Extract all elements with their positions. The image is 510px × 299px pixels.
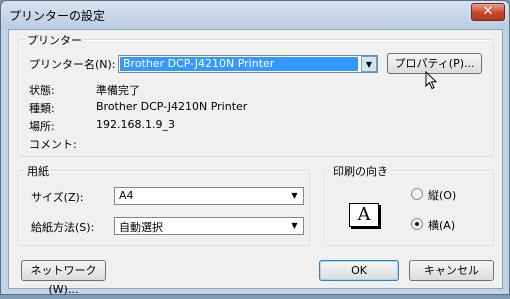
dialog-body: プリンター プリンター名(N): Brother DCP-J4210N Prin… — [8, 29, 503, 296]
orientation-group-legend: 印刷の向き — [331, 163, 390, 179]
chevron-down-icon: ▼ — [361, 56, 377, 72]
comment-label: コメント: — [29, 138, 77, 151]
type-label: 種類: — [29, 102, 55, 115]
portrait-label: 縦(O) — [428, 189, 457, 202]
printer-setup-dialog: プリンターの設定 ✕ プリンター プリンター名(N): Brother DCP-… — [0, 0, 510, 296]
status-value: 準備完了 — [96, 84, 140, 97]
mouse-pointer-icon — [425, 71, 438, 90]
printer-name-select[interactable]: Brother DCP-J4210N Printer ▼ — [118, 55, 378, 73]
network-button[interactable]: ネットワーク(W)... — [21, 260, 106, 296]
chevron-down-icon: ▼ — [287, 189, 302, 203]
paper-group-legend: 用紙 — [25, 163, 51, 179]
location-value: 192.168.1.9_3 — [96, 118, 175, 131]
landscape-radio[interactable]: 横(A) — [411, 217, 481, 233]
close-button[interactable]: ✕ — [471, 3, 505, 21]
printer-group: プリンター プリンター名(N): Brother DCP-J4210N Prin… — [18, 32, 494, 157]
landscape-radio-circle[interactable] — [411, 218, 423, 230]
status-label: 状態: — [29, 84, 55, 97]
paper-size-select[interactable]: A4 ▼ — [114, 187, 304, 205]
paper-source-value: 自動選択 — [119, 221, 163, 234]
window-title: プリンターの設定 — [9, 9, 106, 23]
type-value: Brother DCP-J4210N Printer — [96, 100, 248, 113]
orientation-letter: A — [357, 204, 371, 225]
paper-source-label: 給紙方法(S): — [31, 221, 95, 234]
chevron-down-icon: ▼ — [287, 219, 302, 233]
location-label: 場所: — [29, 120, 55, 133]
paper-size-value: A4 — [119, 189, 134, 202]
paper-source-select[interactable]: 自動選択 ▼ — [114, 217, 304, 235]
paper-size-label: サイズ(Z): — [31, 191, 84, 204]
cancel-button[interactable]: キャンセル — [409, 260, 494, 281]
portrait-radio[interactable]: 縦(O) — [411, 187, 481, 203]
portrait-radio-circle[interactable] — [411, 188, 423, 200]
landscape-page-icon: A — [349, 203, 379, 227]
printer-name-label: プリンター名(N): — [29, 58, 116, 71]
printer-name-value: Brother DCP-J4210N Printer — [119, 56, 359, 72]
printer-group-legend: プリンター — [25, 32, 84, 48]
ok-button[interactable]: OK — [319, 260, 399, 281]
orientation-group: 印刷の向き A 縦(O) 横(A) — [324, 163, 494, 246]
paper-group: 用紙 サイズ(Z): A4 ▼ 給紙方法(S): 自動選択 ▼ — [18, 163, 310, 246]
close-icon: ✕ — [482, 4, 494, 19]
title-bar: プリンターの設定 ✕ — [1, 1, 509, 29]
landscape-label: 横(A) — [428, 219, 456, 232]
